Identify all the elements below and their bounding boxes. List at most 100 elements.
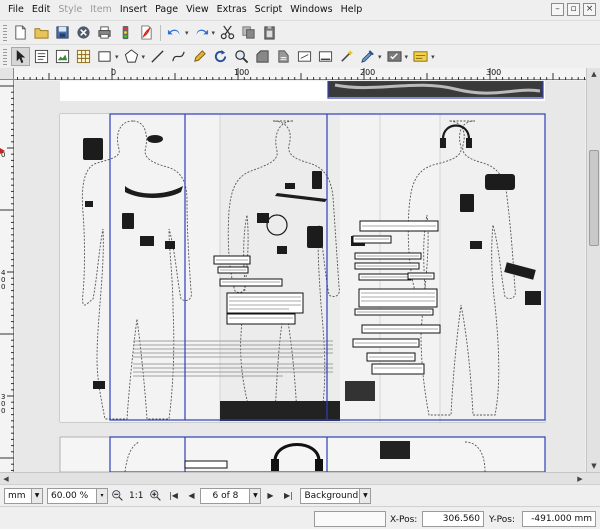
redo-button[interactable] bbox=[192, 23, 211, 42]
minimize-button[interactable]: – bbox=[551, 3, 564, 16]
close-document-button[interactable] bbox=[74, 23, 93, 42]
polygon-tool-button[interactable] bbox=[122, 47, 141, 66]
menu-script[interactable]: Script bbox=[251, 0, 287, 20]
menu-view[interactable]: View bbox=[182, 0, 213, 20]
unit-value: mm bbox=[8, 490, 26, 501]
copy-icon bbox=[242, 26, 255, 39]
restore-button[interactable]: ▫ bbox=[567, 3, 580, 16]
pdf-icon bbox=[141, 25, 152, 40]
shape-dropdown-arrow[interactable]: ▾ bbox=[115, 53, 119, 61]
menu-insert[interactable]: Insert bbox=[116, 0, 151, 20]
eyedropper-dropdown-arrow[interactable]: ▾ bbox=[378, 53, 382, 61]
ruler-corner[interactable] bbox=[0, 68, 14, 80]
document-canvas[interactable] bbox=[15, 81, 585, 472]
next-page bbox=[59, 436, 546, 472]
open-button[interactable] bbox=[32, 23, 51, 42]
first-page-button[interactable]: |◀ bbox=[166, 489, 180, 503]
preflight-icon bbox=[122, 25, 129, 40]
ruler-label-300: 300 bbox=[486, 68, 502, 77]
story-editor-button[interactable] bbox=[274, 47, 293, 66]
file-toolbar: ▾ ▾ bbox=[0, 20, 600, 44]
redo-icon bbox=[196, 29, 208, 36]
pdf-tools-dropdown-arrow[interactable]: ▾ bbox=[405, 53, 409, 61]
polygon-dropdown-arrow[interactable]: ▾ bbox=[142, 53, 146, 61]
pdf-checkbox-icon bbox=[387, 51, 402, 62]
x-position-field: 306.560 mm bbox=[422, 511, 484, 529]
print-button[interactable] bbox=[95, 23, 114, 42]
preflight-button[interactable] bbox=[116, 23, 135, 42]
pdf-annotation-tool-button[interactable] bbox=[411, 47, 430, 66]
scroll-down-arrow[interactable]: ▼ bbox=[587, 460, 600, 472]
redo-dropdown-arrow[interactable]: ▾ bbox=[212, 29, 216, 37]
horizontal-ruler[interactable]: 0 100 200 300 bbox=[14, 68, 586, 80]
rotate-tool-button[interactable] bbox=[211, 47, 230, 66]
pdf-checkbox-tool-button[interactable] bbox=[385, 47, 404, 66]
page-select[interactable]: 6 of 8 bbox=[200, 487, 251, 504]
zoom-spin-button[interactable]: ▾ bbox=[96, 487, 108, 504]
shape-tool-button[interactable] bbox=[95, 47, 114, 66]
export-pdf-button[interactable] bbox=[137, 23, 156, 42]
layer-select[interactable]: Background bbox=[300, 487, 361, 504]
edit-contents-button[interactable] bbox=[253, 47, 272, 66]
measure-tool-button[interactable] bbox=[337, 47, 356, 66]
magnifier-icon bbox=[235, 50, 249, 64]
menu-page[interactable]: Page bbox=[151, 0, 182, 20]
eyedropper-tool-button[interactable] bbox=[358, 47, 377, 66]
last-page-button[interactable]: ▶| bbox=[281, 489, 295, 503]
zoom-out-button[interactable] bbox=[110, 489, 124, 503]
table-tool-button[interactable] bbox=[74, 47, 93, 66]
zoom-ratio-button[interactable]: 1:1 bbox=[129, 491, 143, 501]
page-view bbox=[59, 81, 546, 472]
status-message-field bbox=[314, 511, 386, 527]
vertical-ruler[interactable]: 0 400 300 bbox=[0, 80, 14, 472]
vertical-scroll-thumb[interactable] bbox=[589, 150, 599, 246]
polygon-icon bbox=[124, 49, 138, 63]
zoom-value: 60.00 % bbox=[51, 490, 89, 501]
link-frames-button[interactable] bbox=[295, 47, 314, 66]
horizontal-scrollbar[interactable]: ◀ ▶ bbox=[0, 472, 600, 484]
pdf-annotation-dropdown-arrow[interactable]: ▾ bbox=[431, 53, 435, 61]
save-button[interactable] bbox=[53, 23, 72, 42]
ruler-label-0: 0 bbox=[111, 68, 117, 77]
rotate-icon bbox=[214, 49, 227, 63]
toolbar-grip[interactable] bbox=[3, 48, 7, 65]
freehand-tool-button[interactable] bbox=[190, 47, 209, 66]
zoom-in-button[interactable] bbox=[148, 489, 162, 503]
menu-help[interactable]: Help bbox=[337, 0, 367, 20]
menu-extras[interactable]: Extras bbox=[213, 0, 251, 20]
next-page-button[interactable]: ▶ bbox=[263, 489, 277, 503]
unit-select[interactable]: mm bbox=[4, 487, 32, 504]
cut-button[interactable] bbox=[218, 23, 237, 42]
vertical-scrollbar[interactable]: ▲ ▼ bbox=[586, 68, 600, 472]
zoom-input[interactable]: 60.00 % bbox=[47, 487, 97, 504]
undo-dropdown-arrow[interactable]: ▾ bbox=[185, 29, 189, 37]
status-bar: X-Pos: 306.560 mm Y-Pos: -491.000 mm bbox=[0, 506, 600, 529]
new-document-button[interactable] bbox=[11, 23, 30, 42]
x-position-label: X-Pos: bbox=[390, 515, 418, 525]
menu-edit[interactable]: Edit bbox=[28, 0, 54, 20]
unlink-frames-button[interactable] bbox=[316, 47, 335, 66]
menu-windows[interactable]: Windows bbox=[286, 0, 336, 20]
zoom-out-icon bbox=[111, 490, 123, 501]
image-frame-tool-button[interactable] bbox=[53, 47, 72, 66]
printer-icon bbox=[98, 26, 111, 39]
unit-dropdown-arrow[interactable]: ▼ bbox=[31, 487, 43, 504]
zoom-tool-button[interactable] bbox=[232, 47, 251, 66]
undo-button[interactable] bbox=[165, 23, 184, 42]
page-dropdown-arrow[interactable]: ▼ bbox=[249, 487, 262, 504]
toolbar-grip[interactable] bbox=[3, 24, 7, 41]
menu-file[interactable]: File bbox=[4, 0, 28, 20]
line-tool-button[interactable] bbox=[148, 47, 167, 66]
menu-style[interactable]: Style bbox=[54, 0, 86, 20]
close-window-button[interactable]: × bbox=[583, 3, 596, 16]
layer-dropdown-arrow[interactable]: ▼ bbox=[359, 487, 372, 504]
scroll-up-arrow[interactable]: ▲ bbox=[587, 68, 600, 80]
text-frame-tool-button[interactable] bbox=[32, 47, 51, 66]
menu-item[interactable]: Item bbox=[86, 0, 116, 20]
paste-button[interactable] bbox=[260, 23, 279, 42]
select-tool-button[interactable] bbox=[11, 47, 30, 66]
bezier-tool-button[interactable] bbox=[169, 47, 188, 66]
tools-toolbar: ▾ ▾ ▾ ▾ ▾ bbox=[0, 44, 600, 68]
copy-button[interactable] bbox=[239, 23, 258, 42]
previous-page-button[interactable]: ◀ bbox=[184, 489, 198, 503]
